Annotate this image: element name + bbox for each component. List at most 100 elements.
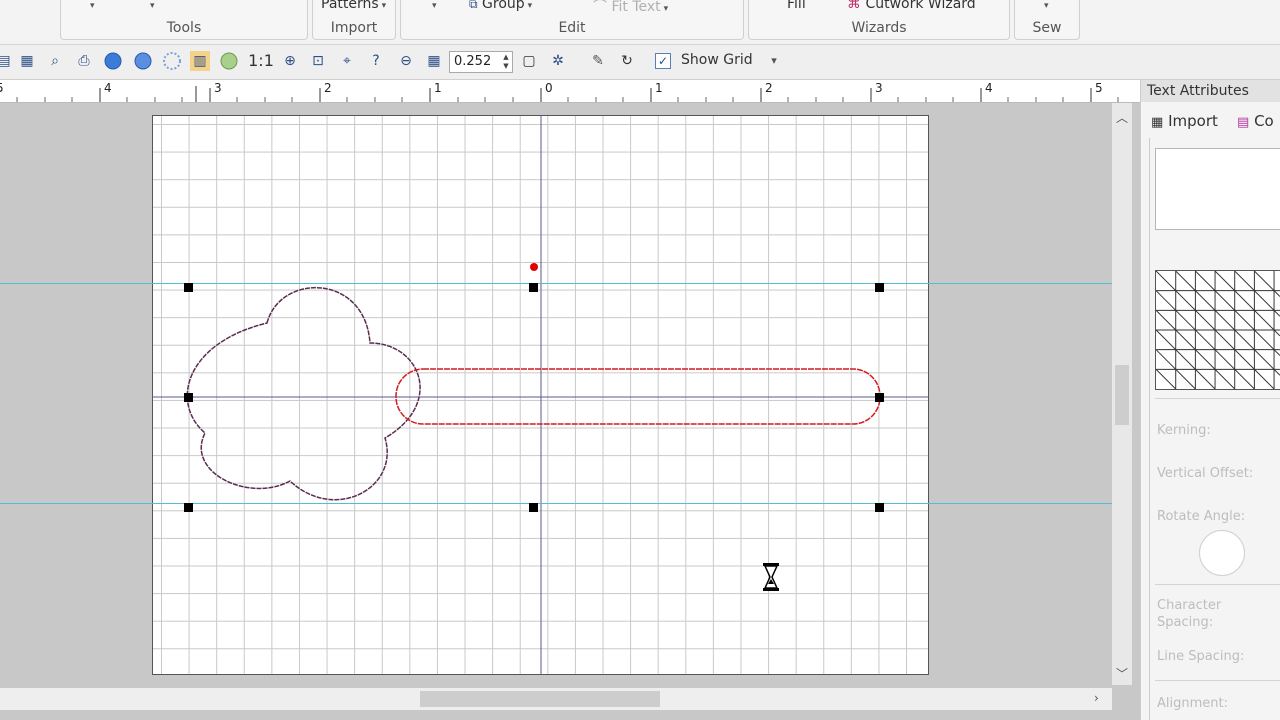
color-icon: ▤: [1237, 115, 1250, 130]
tools-dropdown[interactable]: ▾: [87, 0, 95, 12]
import-icon: ▦: [1151, 115, 1164, 130]
print-icon[interactable]: ⎙: [74, 51, 94, 71]
panel-title: Text Attributes: [1147, 83, 1249, 99]
cutwork-wizard-label: Cutwork Wizard: [865, 0, 976, 12]
hoop-icon[interactable]: ▦: [424, 51, 444, 71]
chevron-down-icon: ▾: [381, 1, 387, 11]
rotation-handle[interactable]: [530, 263, 538, 271]
edit-dropdown[interactable]: ▾: [429, 0, 437, 12]
zoom-out-icon[interactable]: ⊖: [396, 51, 416, 71]
zoom-fit-icon[interactable]: ⊡: [308, 51, 328, 71]
measure-icon[interactable]: ✎: [588, 51, 608, 71]
rotate-angle-dial[interactable]: [1199, 530, 1245, 576]
help-icon[interactable]: ?: [366, 51, 386, 71]
sew-dropdown[interactable]: ▾: [1041, 0, 1049, 12]
ruler-label: 2: [324, 81, 332, 95]
zoom-spinner[interactable]: ▲ ▼: [501, 53, 511, 71]
ruler-label: 3: [214, 81, 222, 95]
magic-wand-icon[interactable]: ✲: [548, 51, 568, 71]
scrollbar-thumb[interactable]: [420, 691, 660, 707]
alignment-label: Alignment:: [1157, 696, 1228, 711]
one-to-one-button[interactable]: 1:1: [247, 51, 275, 71]
ruler-label: 0: [545, 81, 553, 95]
patterns-button[interactable]: Patterns ▾: [321, 0, 386, 12]
text-attributes-panel: Text Attributes ▦ Import ▤ Co Kerning: V…: [1140, 80, 1280, 720]
preview-icon[interactable]: ⌕: [45, 51, 65, 71]
selection-handle[interactable]: [529, 283, 538, 292]
chevron-down-icon: ▾: [527, 1, 533, 11]
horizontal-ruler: 5 4 3 2 1 0 1 2 3 4 5: [0, 80, 1140, 103]
ruler-label: 4: [985, 81, 993, 95]
vertical-scrollbar[interactable]: ︿ ﹀: [1112, 103, 1132, 685]
ribbon-group-edit: ▾ ⧉ Group ▾ ⌒ Fit Text ▾ Edit: [400, 0, 744, 40]
rotate-icon[interactable]: ↻: [617, 51, 637, 71]
chevron-down-icon: ▾: [90, 1, 95, 11]
selection-handle[interactable]: [529, 503, 538, 512]
stitch-icon[interactable]: ▥: [190, 51, 210, 71]
fit-text-icon: ⌒: [593, 0, 607, 15]
line-spacing-label: Line Spacing:: [1157, 649, 1245, 664]
selection-handle[interactable]: [875, 503, 884, 512]
flower-shape[interactable]: [186, 286, 421, 501]
selection-handle[interactable]: [184, 393, 193, 402]
scrollbar-thumb[interactable]: [1115, 365, 1129, 425]
vertical-offset-label: Vertical Offset:: [1157, 466, 1254, 481]
circle-fill-icon[interactable]: [103, 51, 123, 71]
toolbar-overflow-icon[interactable]: ▾: [764, 51, 784, 71]
chevron-down-icon[interactable]: ﹀: [1116, 665, 1128, 682]
fit-text-label: Fit Text: [611, 0, 661, 15]
show-grid-label: Show Grid: [681, 52, 753, 68]
view-toolbar: ▤ ▦ ⌕ ⎙ ▥ 1:1 ⊕ ⊡ ⌖ ? ⊖ ▦ 0.252 ▲ ▼ ▢ ✲ ✎…: [0, 45, 1280, 80]
ribbon-group-title: Tools: [166, 20, 202, 36]
panel-divider: [1155, 680, 1280, 681]
tab-co[interactable]: ▤ Co: [1237, 112, 1274, 130]
cutwork-wizard-button[interactable]: ⌘ Cutwork Wizard: [847, 0, 976, 12]
tab-import[interactable]: ▦ Import: [1151, 112, 1218, 130]
chevron-up-icon[interactable]: ︿: [1116, 109, 1128, 126]
guide-line-top[interactable]: [0, 283, 1112, 284]
selection-handle[interactable]: [184, 503, 193, 512]
guide-line-bottom[interactable]: [0, 503, 1112, 504]
ribbon-group-title: Import: [330, 20, 378, 36]
fit-text-button[interactable]: ⌒ Fit Text ▾: [593, 0, 668, 16]
show-grid-checkbox[interactable]: ✓: [655, 53, 671, 69]
ribbon-group-tools: ▾ ▾ Tools: [60, 0, 308, 40]
realistic-icon[interactable]: [219, 51, 239, 71]
ruler-label: 5: [0, 81, 4, 95]
ruler-label: 1: [655, 81, 663, 95]
ruler-label: 5: [1095, 81, 1103, 95]
rotate-angle-label: Rotate Angle:: [1157, 509, 1246, 524]
dots-icon[interactable]: [162, 51, 182, 71]
select-icon[interactable]: ▤: [0, 51, 14, 71]
group-label: Group: [482, 0, 525, 12]
zoom-in-icon[interactable]: ⊕: [280, 51, 300, 71]
fill-pattern-preview[interactable]: [1155, 270, 1280, 390]
zoom-select-icon[interactable]: ⌖: [337, 51, 357, 71]
selection-handle[interactable]: [875, 393, 884, 402]
tools-dropdown-2[interactable]: ▾: [147, 0, 155, 12]
selection-handle[interactable]: [875, 283, 884, 292]
cutwork-icon: ⌘: [847, 0, 861, 12]
horizontal-scrollbar[interactable]: ›: [0, 688, 1112, 710]
layout-icon[interactable]: ▦: [17, 51, 37, 71]
zoom-input[interactable]: 0.252 ▲ ▼: [449, 51, 513, 73]
group-button[interactable]: ⧉ Group ▾: [469, 0, 532, 12]
design-overlay: [152, 115, 929, 675]
ruler-label: 4: [104, 81, 112, 95]
chevron-down-icon: ▾: [663, 4, 669, 14]
panel-divider: [1155, 398, 1280, 399]
fill-button[interactable]: Fill: [787, 0, 806, 12]
page-icon[interactable]: ▢: [519, 51, 539, 71]
text-preview-box[interactable]: [1155, 148, 1280, 230]
selection-handle[interactable]: [184, 283, 193, 292]
chevron-down-icon: ▾: [1044, 1, 1049, 11]
ribbon: ▾ ▾ Tools Patterns ▾ Import ▾ ⧉ Group ▾ ⌒ …: [0, 0, 1280, 45]
panel-divider: [1155, 584, 1280, 585]
chevron-right-icon[interactable]: ›: [1094, 691, 1099, 705]
circle-outline-icon[interactable]: [133, 51, 153, 71]
group-icon: ⧉: [469, 0, 478, 11]
ribbon-group-title: Sew: [1032, 20, 1062, 36]
patterns-label: Patterns: [321, 0, 379, 12]
ruler-ticks: [16, 86, 1119, 102]
tab-co-label: Co: [1254, 112, 1274, 130]
